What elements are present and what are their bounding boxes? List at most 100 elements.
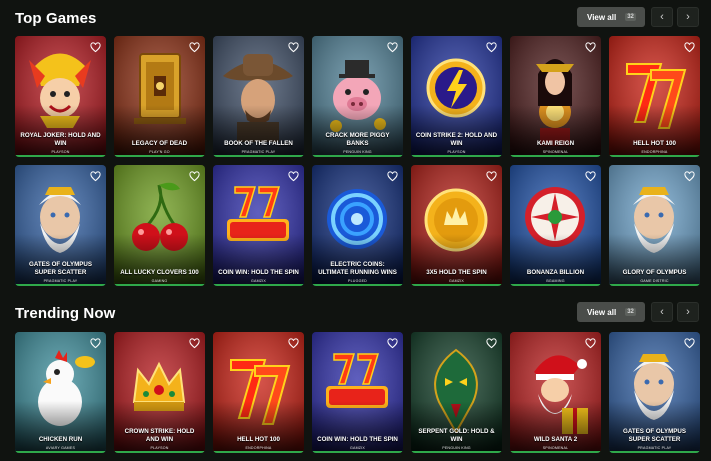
game-title: HELL HOT 100 [633,139,676,147]
game-title: GATES OF OLYMPUS SUPER SCATTER [29,261,92,276]
game-tile[interactable]: COIN WIN: HOLD THE SPIN GAMZIX [213,165,304,286]
chevron-left-icon: ‹ [660,306,664,318]
game-tile[interactable]: ELECTRIC COINS: ULTIMATE RUNNING WINS PLU… [312,165,403,286]
game-tile[interactable]: SERPENT GOLD: HOLD & WIN PENGUIN KING [411,332,502,453]
heart-outline-icon[interactable] [189,336,200,349]
game-title: SERPENT GOLD: HOLD & WIN [418,428,495,443]
game-title: LEGACY OF DEAD [131,139,188,147]
tile-accent-stripe [510,284,601,286]
tile-accent-stripe [312,284,403,286]
game-tile[interactable]: GATES OF OLYMPUS SUPER SCATTER PRAGMATIC … [609,332,700,453]
game-provider: BGAMING [546,279,565,283]
view-all-count: 32 [625,308,636,316]
carousel-next-button[interactable]: › [677,302,699,322]
heart-outline-icon[interactable] [486,40,497,53]
game-tile[interactable]: ALL LUCKY CLOVERS 100 GAMING [114,165,205,286]
game-title: KAMI REIGN [536,139,575,147]
tile-accent-stripe [411,155,502,157]
game-tile[interactable]: GATES OF OLYMPUS SUPER SCATTER PRAGMATIC … [15,165,106,286]
tile-accent-stripe [213,284,304,286]
carousel-next-button[interactable]: › [677,7,699,27]
tile-accent-stripe [114,451,205,453]
tile-accent-stripe [312,451,403,453]
game-tile[interactable]: CRACK MORE PIGGY BANKS PENGUIN KING [312,36,403,157]
heart-outline-icon[interactable] [288,40,299,53]
game-title: 3X5 HOLD THE SPIN [426,268,487,276]
heart-outline-icon[interactable] [288,169,299,182]
chevron-left-icon: ‹ [660,11,664,23]
game-title: COIN WIN: HOLD THE SPIN [218,268,299,276]
tile-accent-stripe [15,284,106,286]
game-title: CRACK MORE PIGGY BANKS [325,132,390,147]
heart-outline-icon[interactable] [684,40,695,53]
game-title: BONANZA BILLION [526,268,585,276]
heart-outline-icon[interactable] [585,336,596,349]
heart-outline-icon[interactable] [90,336,101,349]
game-tile[interactable]: HELL HOT 100 ENDORPHINA [213,332,304,453]
game-title: GLORY OF OLYMPUS [622,268,687,276]
carousel-prev-button[interactable]: ‹ [651,302,673,322]
section-title: Trending Now [15,305,116,322]
game-provider: GAMZIX [449,279,464,283]
game-tile[interactable]: LEGACY OF DEAD PLAY'N GO [114,36,205,157]
game-provider: SPINOMENAL [542,150,569,154]
game-tile[interactable]: CHICKEN RUN AVIARY GAMES [15,332,106,453]
section-header: Top Games View all 32 ‹ › [0,7,711,33]
games-grid: ROYAL JOKER: HOLD AND WIN PLAYSON LEGACY … [15,36,700,157]
heart-outline-icon[interactable] [288,336,299,349]
heart-outline-icon[interactable] [387,40,398,53]
game-provider: PLAY'N GO [149,150,170,154]
heart-outline-icon[interactable] [684,169,695,182]
game-tile[interactable]: COIN STRIKE 2: HOLD AND WIN PLAYSON [411,36,502,157]
game-provider: PENGUIN KING [343,150,372,154]
game-tile[interactable]: ROYAL JOKER: HOLD AND WIN PLAYSON [15,36,106,157]
heart-outline-icon[interactable] [486,169,497,182]
section-title: Top Games [15,10,97,27]
tile-accent-stripe [213,155,304,157]
tile-accent-stripe [510,155,601,157]
view-all-label: View all [587,12,617,22]
game-title: COIN STRIKE 2: HOLD AND WIN [415,132,498,147]
tile-accent-stripe [312,155,403,157]
game-tile[interactable]: KAMI REIGN SPINOMENAL [510,36,601,157]
game-tile[interactable]: BOOK OF THE FALLEN PRAGMATIC PLAY [213,36,304,157]
heart-outline-icon[interactable] [90,40,101,53]
tile-accent-stripe [411,284,502,286]
heart-outline-icon[interactable] [387,169,398,182]
tile-accent-stripe [114,155,205,157]
game-provider: PLUGGED [348,279,367,283]
game-tile[interactable]: WILD SANTA 2 SPINOMENAL [510,332,601,453]
tile-accent-stripe [609,284,700,286]
game-tile[interactable]: COIN WIN: HOLD THE SPIN GAMZIX [312,332,403,453]
chevron-right-icon: › [686,306,690,318]
game-provider: PRAGMATIC PLAY [241,150,276,154]
heart-outline-icon[interactable] [486,336,497,349]
heart-outline-icon[interactable] [684,336,695,349]
carousel-prev-button[interactable]: ‹ [651,7,673,27]
game-provider: PLAYSON [447,150,466,154]
game-tile[interactable]: CROWN STRIKE: HOLD AND WIN PLAYSON [114,332,205,453]
view-all-button[interactable]: View all 32 [577,302,645,322]
heart-outline-icon[interactable] [189,169,200,182]
game-tile[interactable]: 3X5 HOLD THE SPIN GAMZIX [411,165,502,286]
game-tile[interactable]: GLORY OF OLYMPUS GAME DISTRIC [609,165,700,286]
game-provider: PLAYSON [51,150,70,154]
game-title: COIN WIN: HOLD THE SPIN [317,435,398,443]
heart-outline-icon[interactable] [189,40,200,53]
game-title: HELL HOT 100 [237,435,280,443]
chevron-right-icon: › [686,11,690,23]
game-tile[interactable]: BONANZA BILLION BGAMING [510,165,601,286]
game-tile[interactable]: HELL HOT 100 ENDORPHINA [609,36,700,157]
tile-accent-stripe [411,451,502,453]
game-provider: GAME DISTRIC [640,279,669,283]
game-title: CROWN STRIKE: HOLD AND WIN [124,428,195,443]
heart-outline-icon[interactable] [585,40,596,53]
game-provider: SPINOMENAL [542,446,569,450]
game-title: BOOK OF THE FALLEN [224,139,293,147]
heart-outline-icon[interactable] [585,169,596,182]
game-provider: GAMZIX [350,446,365,450]
heart-outline-icon[interactable] [387,336,398,349]
heart-outline-icon[interactable] [90,169,101,182]
view-all-button[interactable]: View all 32 [577,7,645,27]
game-provider: GAMZIX [251,279,266,283]
